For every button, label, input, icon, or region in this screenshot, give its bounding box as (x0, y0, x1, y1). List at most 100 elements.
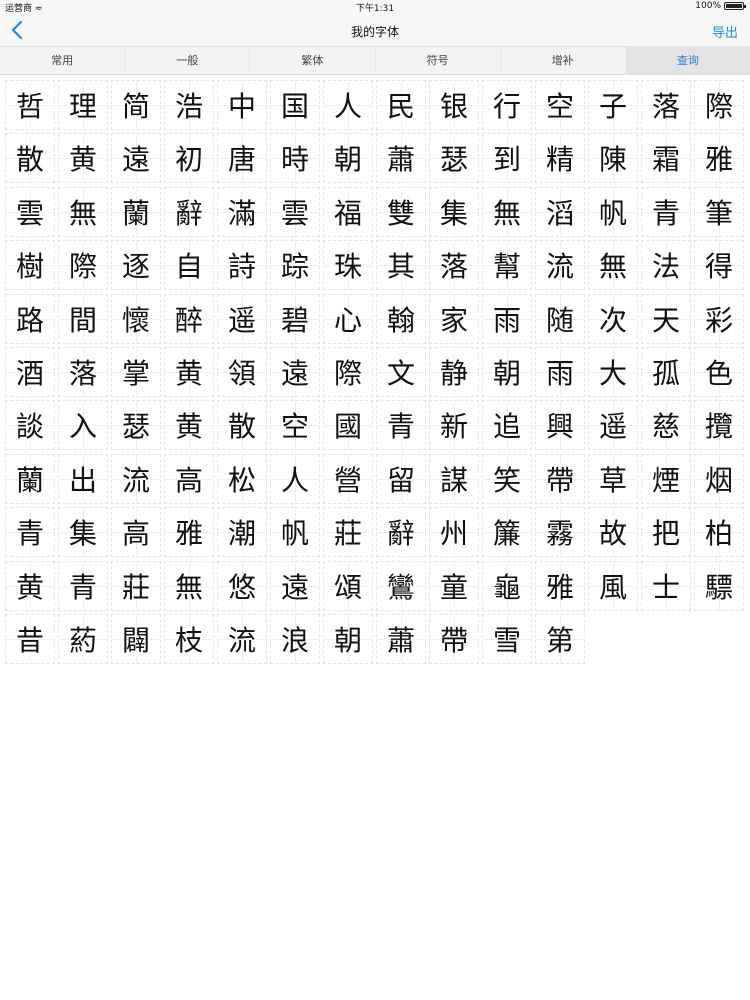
character-cell[interactable]: 蕭 (376, 613, 426, 664)
character-cell[interactable]: 静 (429, 346, 479, 397)
character-cell[interactable]: 精 (535, 133, 585, 184)
character-cell[interactable]: 悠 (217, 560, 267, 611)
character-cell[interactable]: 空 (270, 400, 320, 451)
character-cell[interactable]: 其 (376, 240, 426, 291)
character-cell[interactable]: 集 (58, 507, 108, 558)
character-cell[interactable]: 青 (5, 507, 55, 558)
character-cell[interactable]: 中 (217, 80, 267, 130)
character-cell[interactable]: 雪 (482, 613, 532, 664)
character-cell[interactable]: 雲 (5, 186, 55, 237)
character-cell[interactable]: 黄 (5, 560, 55, 611)
character-cell[interactable]: 落 (641, 80, 691, 130)
character-cell[interactable]: 滔 (535, 186, 585, 237)
character-cell[interactable]: 樹 (5, 240, 55, 291)
tab-5[interactable]: 查询 (625, 47, 750, 74)
character-cell[interactable]: 蘭 (5, 453, 55, 504)
character-cell[interactable]: 银 (429, 80, 479, 130)
character-cell[interactable]: 遠 (270, 560, 320, 611)
character-cell[interactable]: 謀 (429, 453, 479, 504)
character-cell[interactable]: 帆 (588, 186, 638, 237)
character-cell[interactable]: 辭 (164, 186, 214, 237)
character-cell[interactable]: 青 (641, 186, 691, 237)
character-cell[interactable]: 人 (323, 80, 373, 130)
character-cell[interactable]: 詩 (217, 240, 267, 291)
character-cell[interactable]: 珠 (323, 240, 373, 291)
character-cell[interactable]: 陳 (588, 133, 638, 184)
character-cell[interactable]: 頌 (323, 560, 373, 611)
character-cell[interactable]: 流 (111, 453, 161, 504)
character-cell[interactable]: 散 (217, 400, 267, 451)
character-cell[interactable]: 民 (376, 80, 426, 130)
character-cell[interactable]: 慈 (641, 400, 691, 451)
character-cell[interactable]: 遥 (217, 293, 267, 344)
character-cell[interactable]: 到 (482, 133, 532, 184)
character-cell[interactable]: 流 (217, 613, 267, 664)
character-cell[interactable]: 松 (217, 453, 267, 504)
character-cell[interactable]: 昔 (5, 613, 55, 664)
character-cell[interactable]: 散 (5, 133, 55, 184)
character-cell[interactable]: 留 (376, 453, 426, 504)
character-cell[interactable]: 理 (58, 80, 108, 130)
character-cell[interactable]: 浩 (164, 80, 214, 130)
character-cell[interactable]: 故 (588, 507, 638, 558)
character-cell[interactable]: 際 (58, 240, 108, 291)
character-cell[interactable]: 雨 (482, 293, 532, 344)
character-cell[interactable]: 間 (58, 293, 108, 344)
character-cell[interactable]: 次 (588, 293, 638, 344)
character-cell[interactable]: 逐 (111, 240, 161, 291)
character-cell[interactable]: 莊 (111, 560, 161, 611)
character-cell[interactable]: 新 (429, 400, 479, 451)
character-cell[interactable]: 碧 (270, 293, 320, 344)
character-cell[interactable]: 攬 (694, 400, 744, 451)
character-cell[interactable]: 路 (5, 293, 55, 344)
character-cell[interactable]: 童 (429, 560, 479, 611)
character-cell[interactable]: 談 (5, 400, 55, 451)
character-cell[interactable]: 高 (111, 507, 161, 558)
character-cell[interactable]: 浪 (270, 613, 320, 664)
character-cell[interactable]: 枝 (164, 613, 214, 664)
character-cell[interactable]: 青 (376, 400, 426, 451)
tab-0[interactable]: 常用 (0, 47, 126, 74)
character-cell[interactable]: 煙 (641, 453, 691, 504)
character-cell[interactable]: 福 (323, 186, 373, 237)
character-cell[interactable]: 随 (535, 293, 585, 344)
character-cell[interactable]: 文 (376, 346, 426, 397)
character-cell[interactable]: 州 (429, 507, 479, 558)
character-cell[interactable]: 士 (641, 560, 691, 611)
export-button[interactable]: 导出 (712, 22, 738, 41)
character-cell[interactable]: 鸞 (376, 560, 426, 611)
character-cell[interactable]: 行 (482, 80, 532, 130)
character-cell[interactable]: 際 (323, 346, 373, 397)
character-cell[interactable]: 落 (429, 240, 479, 291)
tab-2[interactable]: 繁体 (250, 47, 376, 74)
character-cell[interactable]: 雨 (535, 346, 585, 397)
character-cell[interactable]: 時 (270, 133, 320, 184)
character-cell[interactable]: 辭 (376, 507, 426, 558)
character-cell[interactable]: 柏 (694, 507, 744, 558)
character-cell[interactable]: 高 (164, 453, 214, 504)
character-cell[interactable]: 興 (535, 400, 585, 451)
character-cell[interactable]: 黄 (58, 133, 108, 184)
character-cell[interactable]: 朝 (482, 346, 532, 397)
character-cell[interactable]: 笑 (482, 453, 532, 504)
character-cell[interactable]: 龜 (482, 560, 532, 611)
character-cell[interactable]: 法 (641, 240, 691, 291)
character-cell[interactable]: 朝 (323, 613, 373, 664)
character-cell[interactable]: 瑟 (429, 133, 479, 184)
character-cell[interactable]: 筆 (694, 186, 744, 237)
character-cell[interactable]: 自 (164, 240, 214, 291)
character-cell[interactable]: 驃 (694, 560, 744, 611)
character-cell[interactable]: 霧 (535, 507, 585, 558)
character-cell[interactable]: 際 (694, 80, 744, 130)
character-cell[interactable]: 雅 (694, 133, 744, 184)
character-cell[interactable]: 滿 (217, 186, 267, 237)
character-cell[interactable]: 遠 (111, 133, 161, 184)
character-cell[interactable]: 霜 (641, 133, 691, 184)
character-cell[interactable]: 無 (164, 560, 214, 611)
character-cell[interactable]: 國 (323, 400, 373, 451)
character-cell[interactable]: 無 (588, 240, 638, 291)
character-cell[interactable]: 草 (588, 453, 638, 504)
character-cell[interactable]: 遠 (270, 346, 320, 397)
character-cell[interactable]: 孤 (641, 346, 691, 397)
tab-3[interactable]: 符号 (376, 47, 501, 74)
